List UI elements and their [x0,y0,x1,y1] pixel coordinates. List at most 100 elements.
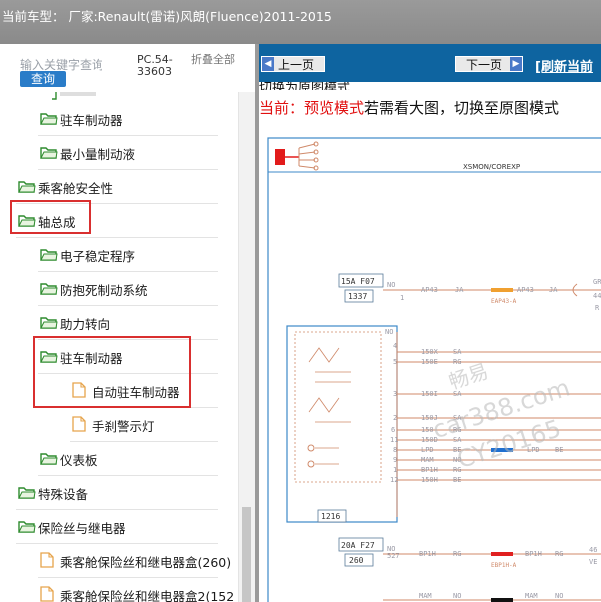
module-1216[interactable]: 12 1 6 [286,325,398,523]
document-icon [72,416,88,432]
tree-folder-item[interactable]: 仪表板 [0,442,238,476]
scrollbar-thumb[interactable] [242,507,251,602]
document-code: PC.54-33603 [137,53,173,78]
wire-pin: 11 [390,436,398,444]
wire-pin: 4 [393,342,397,350]
folder-icon [18,518,36,533]
wire-label: MAM [525,592,538,600]
fuse-f27[interactable]: 20A F27 260 [338,537,384,567]
tree-item-label: 最小量制动液 [60,147,136,162]
fuse-f27-label: 20A F27 [341,541,375,550]
diagram-header-text: XSMON/COREXP [463,163,520,171]
tree-folder-item[interactable]: 防抱死制动系统 [0,272,238,306]
wire-label: 527 [387,552,400,560]
truncated-tree-item [52,92,222,102]
connector-ebp1h-label: EBP1H-A [491,562,517,569]
wire-label: NO [387,281,395,289]
tree-folder-item[interactable]: 助力转向 [0,306,238,340]
wire-label: BP1H [419,550,436,558]
folder-icon [40,246,58,261]
highlight-box [10,200,91,234]
tree-file-item[interactable]: 乘客舱保险丝和继电器盒2(152 [0,578,238,602]
fuse-f07[interactable]: 15A F07 1337 [338,273,384,303]
prev-page-button[interactable]: ◀ 上一页 [261,56,325,72]
tree-folder-item[interactable]: 驻车制动器 [0,102,238,136]
wire-pin: NO [385,328,393,336]
tree-folder-item[interactable]: 电子稳定程序 [0,238,238,272]
mode-hint: 若需看大图，切换至原图模式 [364,99,560,117]
wire-row-2: NO 527 BP1H RG EBP1H-A BP1H RG 46 VE [383,545,601,569]
tree-folder-item[interactable]: 特殊设备 [0,476,238,510]
wire-label: LPD [421,446,434,454]
tree-file-item[interactable]: 手刹警示灯 [0,408,238,442]
tree-item-label: 乘客舱保险丝和继电器盒2(152 [60,589,235,602]
wire-label: JA [455,286,464,294]
wire-label: NO [555,592,563,600]
connector-black [491,598,513,602]
wire-pin: 1 [393,466,397,474]
tree-item-label: 防抱死制动系统 [60,283,148,298]
tree-folder-item[interactable]: 乘客舱安全性 [0,170,238,204]
wire-label: RG [453,358,461,366]
switch-mode-link[interactable]: 切换为原图模式 [259,82,350,90]
document-icon [40,552,56,568]
wire-pin: 3 [393,390,397,398]
sidebar-scrollbar[interactable] [238,92,255,602]
wire-label: AP43 [421,286,438,294]
wire-label: R [595,304,600,312]
tree-item-label: 仪表板 [60,453,98,468]
wire-row-1: NO 1 AP43 JA EAP43-A AP43 JA GR 44 R [383,278,601,312]
wire-label: RG [453,550,461,558]
wire-label: 44 [593,292,601,300]
wire-label: NO [453,592,461,600]
fold-all-button[interactable]: 折叠全部 [191,54,237,66]
folder-icon [40,144,58,159]
folder-icon [40,280,58,295]
refresh-link[interactable]: [刷新当前 [535,56,593,75]
wire-label: MAM [419,592,432,600]
sidebar: 输入关键字查询 查询 PC.54-33603 折叠全部 驻车制动器最小量制动液乘… [0,44,255,602]
wire-label: RG [555,550,563,558]
search-button[interactable]: 查询 [20,71,66,87]
tree-folder-item[interactable]: 最小量制动液 [0,136,238,170]
wire-label: VE [589,558,597,566]
harness-connector-icon [275,141,319,171]
category-tree: 驻车制动器 最小量制动液 乘客舱安全性 轴总成 电子稳定程序 防抱死制动系统 助力转向 驻车制… [0,92,238,602]
wire-label: 46 [589,546,597,554]
folder-icon [40,110,58,125]
search-row: 输入关键字查询 查询 PC.54-33603 折叠全部 [0,44,255,92]
connector-red [491,552,513,556]
tree-file-item[interactable]: 乘客舱保险丝和继电器盒(260) [0,544,238,578]
wire-label: BP1H [421,466,438,474]
title-bar: 当前车型： 厂家:Renault(雷诺)风朗(Fluence)2011-2015 [0,0,601,44]
folder-icon [18,484,36,499]
folder-icon [18,178,36,193]
vehicle-title: 当前车型： 厂家:Renault(雷诺)风朗(Fluence)2011-2015 [2,9,332,24]
wire-row-3: MAM NO MAM NO [383,592,601,602]
fuse-f07-id: 1337 [348,292,367,301]
next-page-button[interactable]: 下一页 ▶ [455,56,523,72]
wire-label: BE [555,446,563,454]
wire-label: GR [593,278,601,286]
wire-label: 1 [400,294,404,302]
page-nav-bar: ◀ 上一页 下一页 ▶ [刷新当前 [259,44,601,82]
wire-pin: 8 [393,446,397,454]
wire-label: 150H [421,476,438,484]
tree-item-label: 助力转向 [60,317,111,332]
tree-item-label: 乘客舱保险丝和继电器盒(260) [60,555,232,570]
tree-folder-item[interactable]: 保险丝与继电器 [0,510,238,544]
wire-pin: 2 [393,414,397,422]
tree-item-label: 手刹警示灯 [92,419,155,434]
watermark: 畅易 car388.com CY20165 [429,359,573,474]
wiring-diagram[interactable]: XSMON/COREXP 15A F07 1337 NO 1 AP43 JA E… [259,122,601,602]
highlight-box [33,336,191,408]
search-input[interactable]: 输入关键字查询 [20,56,102,72]
wire-label: JA [549,286,558,294]
wire-label: BE [453,476,461,484]
arrow-right-icon: ▶ [510,57,522,71]
fuse-f27-id: 260 [349,556,364,565]
wire-label: SA [453,348,462,356]
diagram-frame [267,137,601,602]
wire-pin: 12 [390,476,398,484]
diagram-viewer: ◀ 上一页 下一页 ▶ [刷新当前 切换为原图模式 当前：预览模式若需看大图，切… [259,44,601,602]
